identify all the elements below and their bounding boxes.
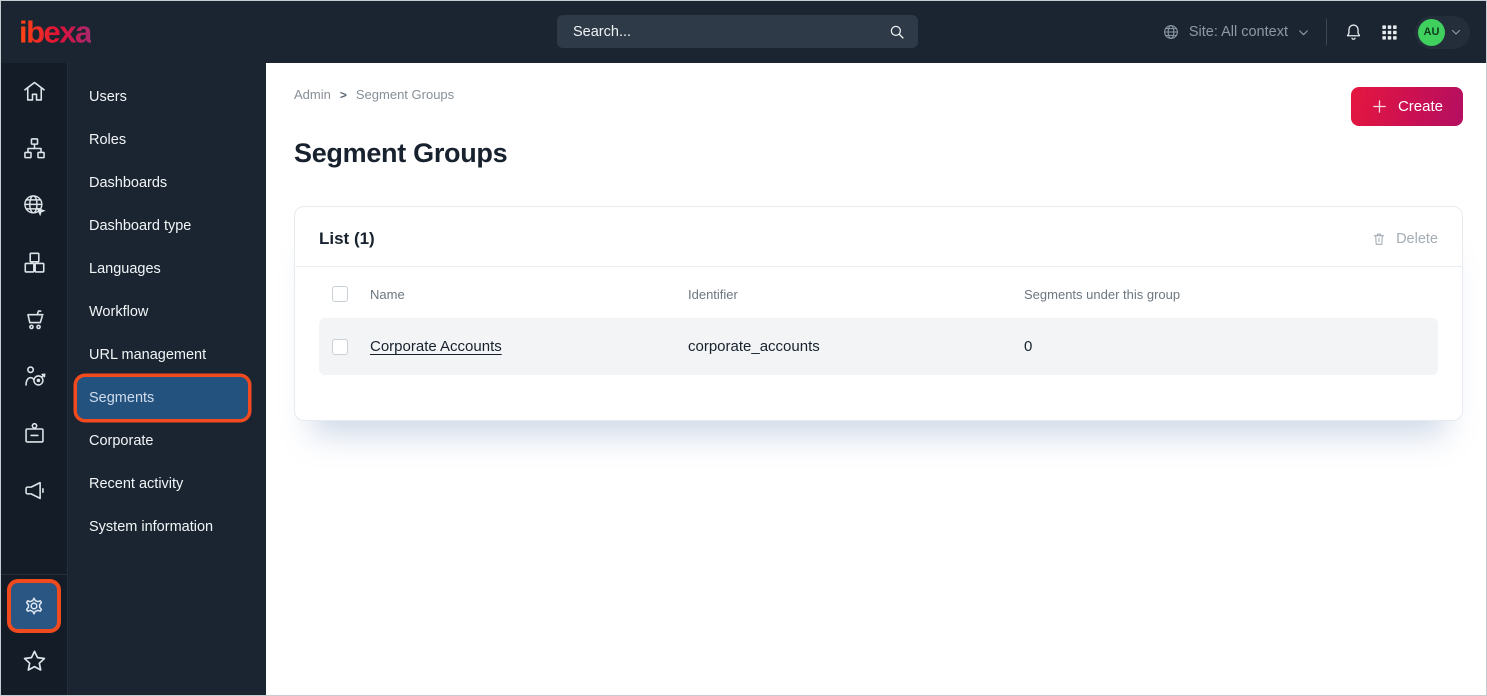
app-window: ibexa Site: All context (0, 0, 1487, 696)
menu-item-system-information[interactable]: System information (68, 505, 266, 548)
notifications-bell-icon[interactable] (1343, 22, 1364, 43)
delete-button[interactable]: Delete (1371, 231, 1438, 247)
row-checkbox[interactable] (332, 338, 348, 355)
topbar-divider (1326, 19, 1327, 45)
chevron-down-icon (1450, 26, 1462, 38)
list-title: List (1) (319, 229, 375, 248)
card-divider (295, 266, 1462, 267)
home-icon[interactable] (1, 63, 67, 120)
table-header-row: Name Identifier Segments under this grou… (319, 280, 1438, 308)
breadcrumb: Admin > Segment Groups (294, 87, 454, 102)
column-header-name: Name (370, 286, 405, 302)
rail-divider (1, 574, 67, 575)
personalization-target-icon[interactable] (1, 348, 67, 405)
select-all-checkbox[interactable] (332, 286, 348, 302)
menu-item-segments[interactable]: Segments (77, 377, 248, 419)
menu-item-workflow[interactable]: Workflow (68, 290, 266, 333)
main-content: Admin > Segment Groups Segment Groups Cr… (266, 63, 1486, 695)
icon-rail (1, 63, 68, 695)
breadcrumb-separator: > (339, 87, 347, 102)
column-header-segments-under-group: Segments under this group (1024, 286, 1181, 302)
search-input[interactable] (573, 23, 888, 40)
user-menu[interactable]: AU (1415, 15, 1470, 49)
topbar-actions: Site: All context AU (1162, 1, 1470, 63)
site-icon[interactable] (1, 177, 67, 234)
trash-icon (1371, 231, 1387, 247)
avatar: AU (1418, 18, 1445, 46)
product-catalog-icon[interactable] (1, 234, 67, 291)
table-row: Corporate Accounts corporate_accounts 0 (319, 318, 1438, 375)
card-header: List (1) Delete (319, 229, 1438, 249)
globe-icon (1162, 23, 1180, 41)
breadcrumb-admin[interactable]: Admin (294, 87, 331, 102)
segments-under-group-count: 0 (1024, 338, 1033, 355)
ibexa-logo[interactable]: ibexa (19, 17, 92, 48)
bookmarks-star-icon[interactable] (1, 639, 67, 683)
admin-menu: Users Roles Dashboards Dashboard type La… (68, 63, 266, 695)
content-tree-icon[interactable] (1, 120, 67, 177)
menu-item-languages[interactable]: Languages (68, 247, 266, 290)
menu-item-corporate[interactable]: Corporate (68, 419, 266, 462)
top-bar: ibexa Site: All context (1, 1, 1486, 63)
page-title: Segment Groups (294, 138, 508, 168)
segment-group-name-link[interactable]: Corporate Accounts (370, 338, 688, 355)
breadcrumb-segment-groups[interactable]: Segment Groups (356, 87, 454, 102)
settings-gear-icon[interactable] (11, 583, 57, 629)
create-button[interactable]: Create (1350, 87, 1463, 126)
customer-badge-icon[interactable] (1, 405, 67, 462)
menu-item-dashboards[interactable]: Dashboards (68, 161, 266, 204)
chevron-down-icon (1297, 26, 1310, 39)
segment-groups-list-card: List (1) Delete Name Identifier Segments… (294, 206, 1463, 421)
global-search (557, 15, 918, 48)
app-grid-icon[interactable] (1380, 23, 1399, 42)
search-icon[interactable] (888, 23, 906, 41)
site-context-selector[interactable]: Site: All context (1162, 23, 1310, 41)
delete-button-label: Delete (1396, 231, 1438, 247)
site-context-label: Site: All context (1188, 24, 1288, 40)
campaign-megaphone-icon[interactable] (1, 462, 67, 519)
create-button-label: Create (1397, 98, 1443, 115)
admin-highlight (11, 583, 57, 629)
menu-item-dashboard-type[interactable]: Dashboard type (68, 204, 266, 247)
column-header-identifier: Identifier (688, 286, 738, 302)
segment-group-identifier: corporate_accounts (688, 338, 820, 355)
menu-item-recent-activity[interactable]: Recent activity (68, 462, 266, 505)
menu-item-roles[interactable]: Roles (68, 118, 266, 161)
menu-item-users[interactable]: Users (68, 75, 266, 118)
menu-item-url-management[interactable]: URL management (68, 333, 266, 376)
commerce-cart-icon[interactable] (1, 291, 67, 348)
plus-icon (1371, 98, 1388, 115)
